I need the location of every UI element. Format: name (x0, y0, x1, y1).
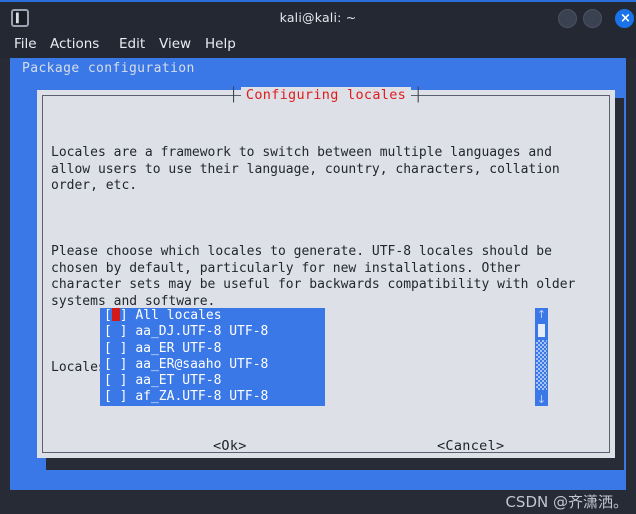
list-item-checkbox-close: ] (119, 308, 136, 323)
dialog-title-left-bracket: │ (229, 87, 238, 103)
scroll-down-arrow-icon[interactable]: ↓ (535, 393, 548, 406)
list-item[interactable]: [ ] aa_DJ.UTF-8 UTF-8 (100, 324, 325, 340)
menu-item-view[interactable]: View (159, 36, 191, 52)
menubar: File Actions Edit View Help (0, 31, 636, 58)
list-item[interactable]: [ ] af_ZA.UTF-8 UTF-8 (100, 389, 325, 405)
locales-listbox[interactable]: [] All locales [ ] aa_DJ.UTF-8 UTF-8 [ ]… (100, 308, 325, 406)
configuring-locales-dialog: │ Configuring locales │ Locales are a fram… (37, 87, 615, 458)
close-button[interactable]: × (615, 9, 634, 28)
list-item-checkbox[interactable]: [ ] (104, 389, 127, 404)
terminal-window: ▌ kali@kali: ~ × File Actions Edit View … (0, 0, 636, 514)
menu-item-help[interactable]: Help (205, 36, 236, 52)
list-item-label: aa_DJ.UTF-8 UTF-8 (135, 324, 269, 340)
scroll-up-arrow-icon[interactable]: ↑ (535, 308, 548, 321)
dialog-title-right-bracket: │ (414, 87, 423, 103)
list-item[interactable]: [ ] aa_ER UTF-8 (100, 341, 325, 357)
window-title: kali@kali: ~ (279, 10, 357, 25)
scrollbar-thumb[interactable] (538, 324, 545, 337)
list-item[interactable]: [ ] aa_ET UTF-8 (100, 373, 325, 389)
list-item-label: aa_ER UTF-8 (135, 340, 222, 356)
list-item[interactable]: [] All locales (100, 308, 325, 324)
list-item-label: af_ZA.UTF-8 UTF-8 (135, 389, 269, 405)
dialog-paragraph-1: Locales are a framework to switch betwee… (51, 145, 560, 193)
list-item[interactable]: [ ] aa_ER@saaho UTF-8 (100, 357, 325, 373)
list-item-checkbox[interactable]: [ ] (104, 373, 127, 388)
list-item-checkbox[interactable]: [ ] (104, 324, 127, 339)
list-item-checkbox-open: [ (104, 308, 112, 323)
window-titlebar: ▌ kali@kali: ~ × (0, 0, 636, 33)
dialog-title-bar: │ Configuring locales │ (37, 87, 615, 103)
terminal-content-area: Package configuration │ Configuring local… (0, 58, 636, 490)
package-configuration-header: Package configuration (22, 61, 195, 76)
dialog-paragraph-2: Please choose which locales to generate.… (51, 244, 576, 309)
list-item-label: aa_ET UTF-8 (135, 373, 222, 389)
watermark: CSDN @齐潇洒。 (505, 493, 628, 511)
dialog-title: Configuring locales (240, 87, 412, 103)
maximize-button[interactable] (583, 9, 602, 28)
list-item-checkbox[interactable]: [ ] (104, 357, 127, 372)
menu-item-edit[interactable]: Edit (119, 36, 145, 52)
listbox-scrollbar[interactable]: ↑ ↓ (535, 308, 548, 406)
minimize-button[interactable] (558, 9, 577, 28)
menu-item-actions[interactable]: Actions (50, 36, 99, 52)
cancel-button[interactable]: <Cancel> (437, 438, 504, 454)
selection-cursor (111, 308, 120, 321)
list-item-checkbox[interactable]: [ ] (104, 341, 127, 356)
close-icon: × (620, 11, 631, 26)
scrollbar-trough[interactable] (536, 340, 547, 390)
dialog-backdrop: Package configuration │ Configuring local… (10, 58, 626, 490)
ok-button[interactable]: <Ok> (213, 438, 247, 454)
list-item-label: aa_ER@saaho UTF-8 (135, 356, 269, 372)
menu-item-file[interactable]: File (14, 36, 37, 52)
list-item-label: All locales (135, 308, 222, 323)
